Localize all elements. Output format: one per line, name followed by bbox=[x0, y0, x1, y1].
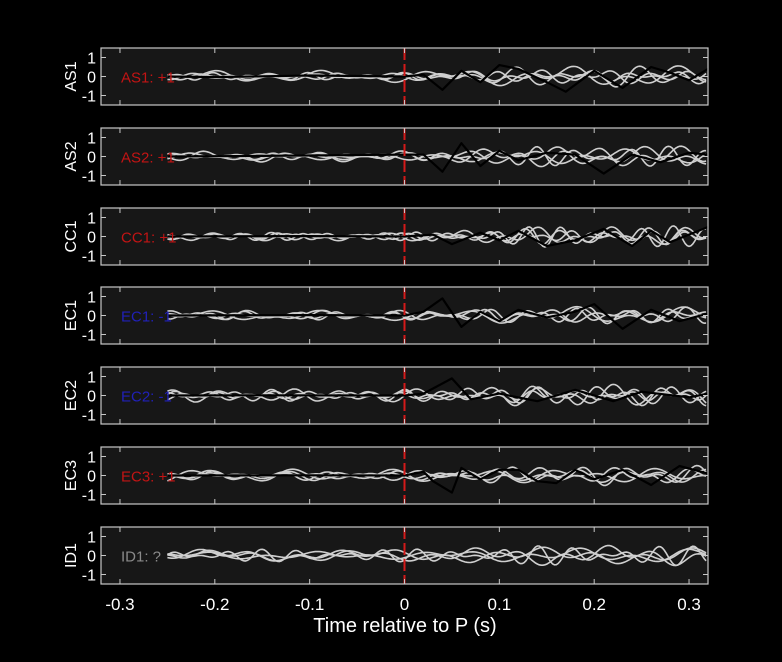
seismogram-figure: 1 0 -1 AS1 AS1: +1 1 0 -1 AS2 AS2: +1 1 0 -1 CC1 CC1: … bbox=[0, 0, 782, 657]
x-tick-label: -0.3 bbox=[105, 595, 134, 614]
y-tick-label: 1 bbox=[87, 450, 96, 467]
y-tick-label: 1 bbox=[87, 530, 96, 547]
y-tick-label: 0 bbox=[87, 549, 96, 566]
y-tick-label: 0 bbox=[87, 469, 96, 486]
y-tick-label: 0 bbox=[87, 230, 96, 247]
panel-ec1: 1 0 -1EC1 EC1: -1 bbox=[63, 286, 709, 345]
y-tick-label: -1 bbox=[82, 408, 96, 425]
x-tick-label: 0.1 bbox=[488, 595, 512, 614]
panel-ylabel: AS2 bbox=[63, 141, 80, 171]
x-tick-label: 0 bbox=[400, 595, 409, 614]
x-tick-label: -0.2 bbox=[200, 595, 229, 614]
panel-annotation: AS1: +1 bbox=[121, 70, 175, 87]
waveform-plot: 10-1AS1 AS1: +110-1AS2 AS2: +110-1CC1 CC1: … bbox=[63, 47, 709, 637]
y-tick-label: 1 bbox=[87, 51, 96, 68]
panel-annotation: EC3: +1 bbox=[121, 469, 176, 486]
x-axis-label: Time relative to P (s) bbox=[313, 615, 496, 637]
y-tick-label: 1 bbox=[87, 131, 96, 148]
panels-layer: 10-1AS1 AS1: +110-1AS2 AS2: +110-1CC1 CC1: … bbox=[63, 47, 709, 614]
panel-as1: 1 0 -1AS1 AS1: +1 bbox=[63, 47, 709, 106]
panel-annotation: AS2: +1 bbox=[121, 150, 175, 167]
panel-annotation: ID1: ? bbox=[121, 549, 161, 566]
panel-ylabel: EC2 bbox=[63, 380, 80, 411]
panel-annotation: EC2: -1 bbox=[121, 389, 172, 406]
x-tick-label: 0.2 bbox=[582, 595, 606, 614]
y-tick-label: 1 bbox=[87, 370, 96, 387]
y-tick-label: 0 bbox=[87, 70, 96, 87]
panel-ylabel: EC1 bbox=[63, 300, 80, 331]
y-tick-label: 0 bbox=[87, 389, 96, 406]
y-tick-label: -1 bbox=[82, 488, 96, 505]
panel-ec3: 1 0 -1EC3 EC3: +1 bbox=[63, 446, 709, 505]
y-tick-label: 1 bbox=[87, 290, 96, 307]
panel-annotation: CC1: +1 bbox=[121, 230, 176, 247]
panel-ylabel: CC1 bbox=[63, 220, 80, 252]
panel-cc1: 1 0 -1CC1 CC1: +1 bbox=[63, 207, 709, 266]
panel-ylabel: ID1 bbox=[63, 543, 80, 568]
panel-annotation: EC1: -1 bbox=[121, 309, 172, 326]
y-tick-label: -1 bbox=[82, 328, 96, 345]
y-tick-label: -1 bbox=[82, 169, 96, 186]
panel-ylabel: AS1 bbox=[63, 61, 80, 91]
y-tick-label: 1 bbox=[87, 211, 96, 228]
y-tick-label: -1 bbox=[82, 568, 96, 585]
panel-id1: 1 0 -1ID1 ID1: ? bbox=[63, 526, 709, 585]
y-tick-label: -1 bbox=[82, 89, 96, 106]
y-tick-label: -1 bbox=[82, 249, 96, 266]
panel-ec2: 1 0 -1EC2 EC2: -1 bbox=[63, 366, 709, 425]
panel-ylabel: EC3 bbox=[63, 460, 80, 491]
panel-as2: 1 0 -1AS2 AS2: +1 bbox=[63, 127, 709, 186]
x-tick-label: -0.1 bbox=[295, 595, 324, 614]
y-tick-label: 0 bbox=[87, 150, 96, 167]
x-tick-label: 0.3 bbox=[677, 595, 701, 614]
y-tick-label: 0 bbox=[87, 309, 96, 326]
